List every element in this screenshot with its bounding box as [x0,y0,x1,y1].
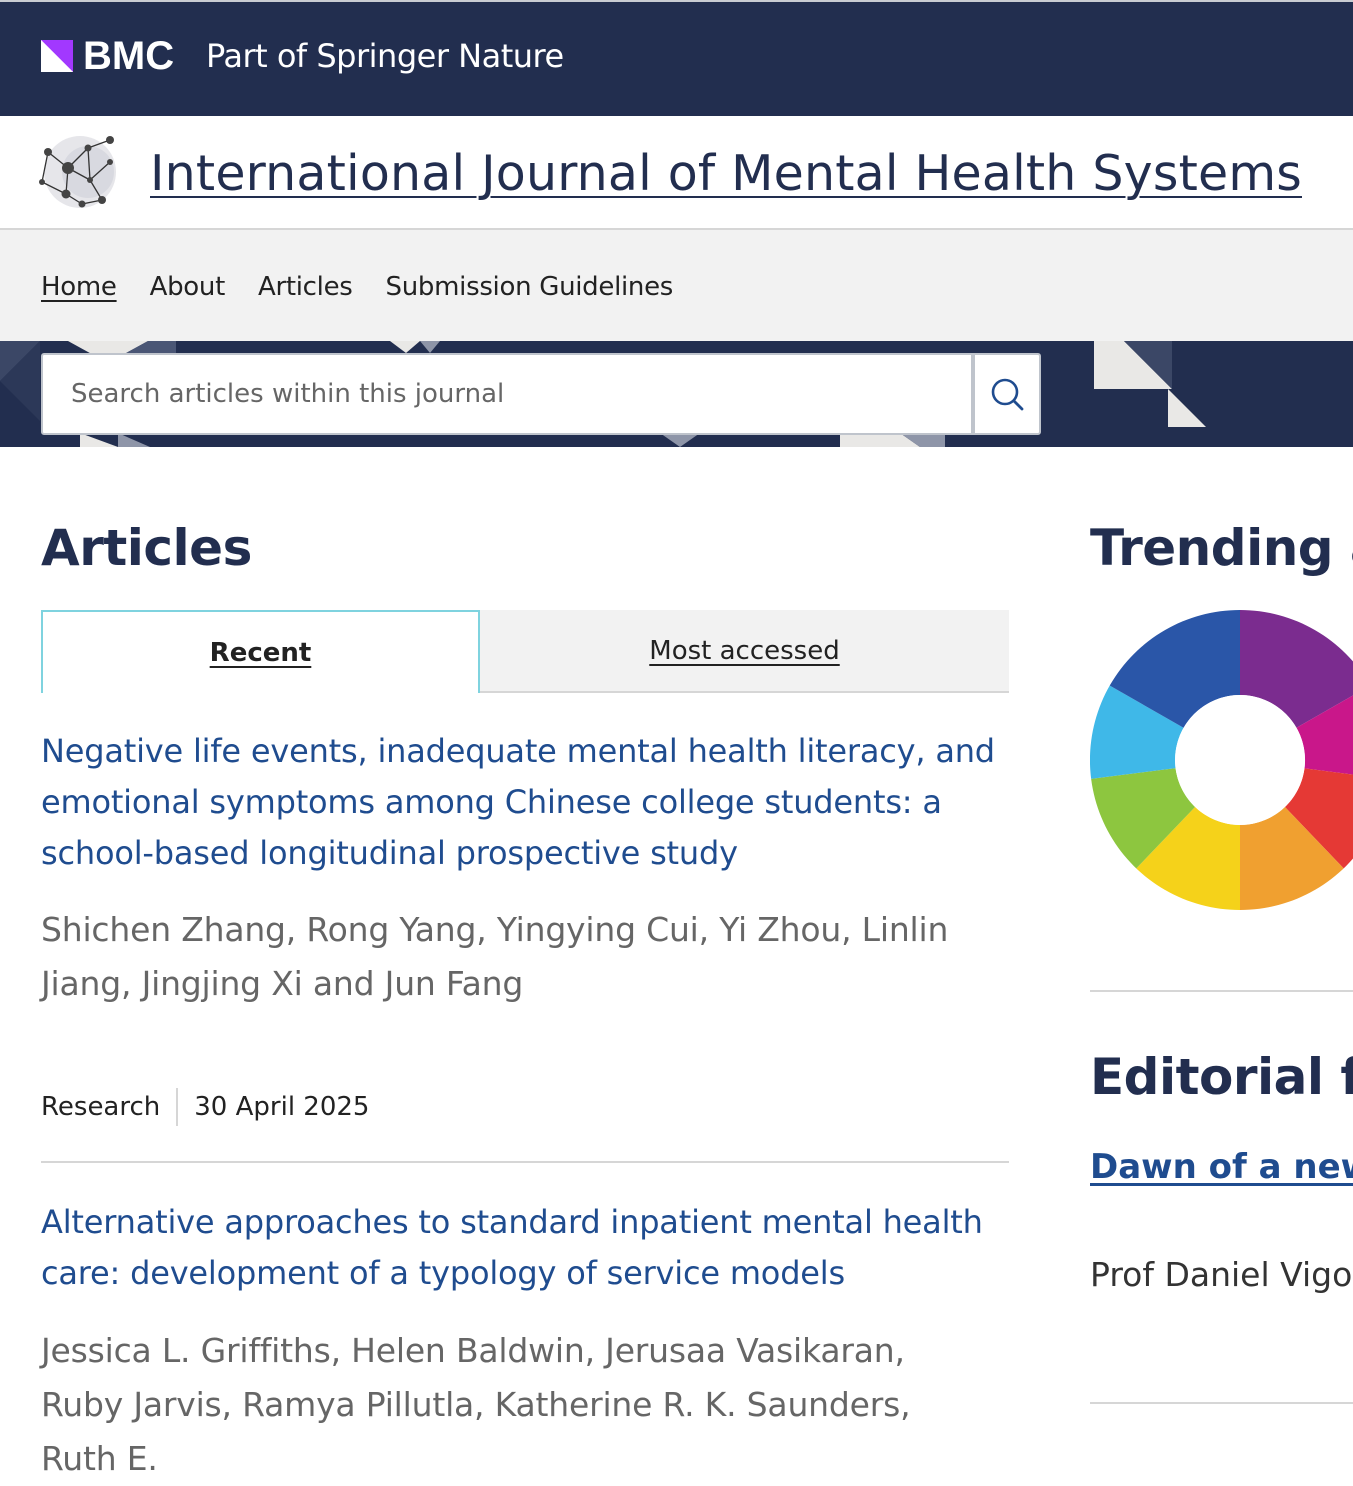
editorial-link[interactable]: Dawn of a new [1090,1147,1353,1187]
nav-item-about[interactable]: About [150,270,226,304]
editorial-heading: Editorial fro [1090,1048,1353,1106]
editorial-author: Prof Daniel Vigo, [1090,1255,1353,1294]
network-molecule-icon [39,136,116,208]
article-authors: Shichen Zhang, Rong Yang, Yingying Cui, … [41,910,949,1003]
nav-item-home[interactable]: Home [41,270,117,304]
sidebar-divider [1090,1402,1353,1404]
articles-tabs: Recent Most accessed [41,610,1009,693]
tab-recent[interactable]: Recent [41,610,480,693]
sidebar-divider [1090,990,1353,992]
article-type: Research [41,1092,161,1122]
journal-nav: Home About Articles Submission Guideline… [0,230,1353,341]
nav-item-articles[interactable]: Articles [258,270,353,304]
meta-separator [176,1088,179,1126]
bmc-logo[interactable]: BMC [41,34,175,78]
article-divider [41,1161,1009,1163]
bmc-logo-text: BMC [83,34,175,78]
trending-heading: Trending ar [1090,519,1353,577]
article-date: 30 April 2025 [194,1092,370,1122]
springer-nature-tagline[interactable]: Part of Springer Nature [206,38,564,74]
article-meta: Research 30 April 2025 [41,1088,369,1126]
altmetric-donut-icon[interactable] [1090,610,1353,910]
search-button[interactable] [973,353,1041,435]
articles-heading: Articles [41,519,252,577]
bmc-logo-icon [41,40,73,72]
nav-item-submission-guidelines[interactable]: Submission Guidelines [386,270,674,304]
nav-list: Home About Articles Submission Guideline… [41,270,706,304]
article-authors: Jessica L. Griffiths, Helen Baldwin, Jer… [41,1331,911,1478]
journal-title-link[interactable]: International Journal of Mental Health S… [150,144,1302,204]
article-title-link[interactable]: Negative life events, inadequate mental … [41,726,1009,879]
search-icon [991,378,1024,411]
search-band [0,341,1353,447]
article-title-link[interactable]: Alternative approaches to standard inpat… [41,1197,1009,1299]
tab-most-accessed[interactable]: Most accessed [480,610,1009,693]
journal-header: International Journal of Mental Health S… [0,116,1353,230]
search-input[interactable] [41,353,973,435]
publisher-header: BMC Part of Springer Nature [0,0,1353,116]
